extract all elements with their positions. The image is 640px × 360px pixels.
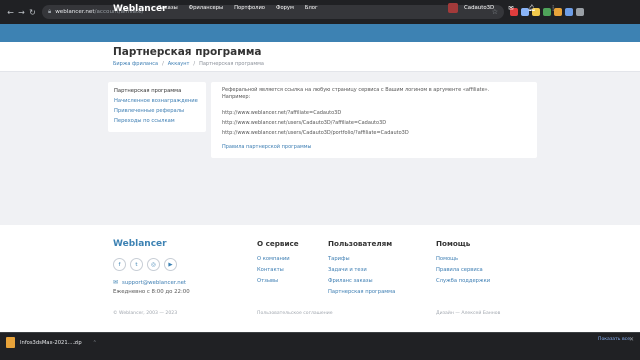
instagram-icon[interactable]: ◎ bbox=[147, 258, 160, 271]
footer-link[interactable]: Помощь bbox=[436, 254, 490, 265]
breadcrumb-exchange[interactable]: Биржа фриланса bbox=[113, 61, 158, 67]
avatar[interactable] bbox=[448, 3, 458, 13]
mail-icon: ✉ bbox=[113, 279, 119, 286]
example-link: http://www.weblancer.net/users/Cadauto3D… bbox=[222, 130, 409, 136]
main-nav: Заказы Фрилансеры Портфолио Форум Блог bbox=[158, 5, 318, 11]
extension-icon[interactable] bbox=[565, 8, 573, 16]
footer-column-title: О сервисе bbox=[257, 239, 299, 248]
footer-link[interactable]: Задачи и тези bbox=[328, 265, 395, 276]
close-icon[interactable]: ✕ bbox=[629, 336, 634, 343]
download-filename: Infos3dsMax-2021....zip bbox=[20, 339, 82, 346]
footer-link[interactable]: Контакты bbox=[257, 265, 299, 276]
username[interactable]: Cadauto3D bbox=[464, 5, 494, 11]
affiliate-card: Реферальной является ссылка на любую стр… bbox=[211, 82, 537, 158]
breadcrumb-separator: / bbox=[193, 61, 196, 67]
design-credit: Дизайн — Алексей Баннов bbox=[436, 311, 501, 316]
example-link: http://www.weblancer.net/users/Cadauto3D… bbox=[222, 120, 387, 126]
page-title: Партнерская программа bbox=[113, 46, 262, 58]
footer-link[interactable]: Партнерская программа bbox=[328, 287, 395, 298]
footer-logo[interactable]: Weblancer bbox=[113, 239, 167, 249]
breadcrumb-separator: / bbox=[162, 61, 164, 67]
show-all-downloads-button[interactable]: Показать все bbox=[598, 337, 630, 342]
back-icon[interactable]: ← bbox=[5, 8, 16, 17]
nav-orders[interactable]: Заказы bbox=[158, 5, 178, 11]
youtube-icon[interactable]: ▶ bbox=[164, 258, 177, 271]
title-band bbox=[0, 42, 640, 72]
example-label: Например: bbox=[222, 94, 251, 100]
social-links: f t ◎ ▶ bbox=[113, 258, 177, 271]
url-host: weblancer.net bbox=[55, 9, 95, 15]
footer-column-title: Помощь bbox=[436, 239, 471, 248]
extension-icon[interactable] bbox=[576, 8, 584, 16]
footer-link[interactable]: Служба поддержки bbox=[436, 276, 490, 287]
sidebar-item-affiliate[interactable]: Партнерская программа bbox=[114, 86, 200, 96]
breadcrumb-current: Партнерская программа bbox=[199, 61, 264, 67]
user-area: Cadauto3D ✉ 🔔︎ ⋮ bbox=[448, 3, 556, 13]
user-agreement-link[interactable]: Пользовательское соглашение bbox=[257, 311, 333, 316]
support-email: ✉ support@weblancer.net bbox=[113, 279, 186, 286]
footer-link[interactable]: Правила сервиса bbox=[436, 265, 490, 276]
footer-link[interactable]: О компании bbox=[257, 254, 299, 265]
example-link: http://www.weblancer.net/?affiliate=Cada… bbox=[222, 110, 342, 116]
nav-freelancers[interactable]: Фрилансеры bbox=[189, 5, 223, 11]
footer-column-title: Пользователям bbox=[328, 239, 393, 248]
support-email-link[interactable]: support@weblancer.net bbox=[122, 280, 186, 286]
footer-link[interactable]: Тарифы bbox=[328, 254, 395, 265]
download-item[interactable]: Infos3dsMax-2021....zip ⌃ bbox=[6, 337, 97, 348]
affiliate-description: Реферальной является ссылка на любую стр… bbox=[222, 87, 490, 93]
nav-blog[interactable]: Блог bbox=[305, 5, 318, 11]
rules-link[interactable]: Правила партнерской программы bbox=[222, 144, 312, 150]
sidebar-item-rewards[interactable]: Начисленное вознаграждение bbox=[114, 96, 200, 106]
archive-file-icon bbox=[6, 337, 15, 348]
messages-icon[interactable]: ✉ bbox=[508, 4, 513, 12]
chevron-up-icon[interactable]: ⌃ bbox=[93, 340, 97, 346]
footer-column-users: Пользователям Тарифы Задачи и тези Фрила… bbox=[328, 239, 395, 298]
breadcrumb-account[interactable]: Аккаунт bbox=[168, 61, 190, 67]
sidebar-item-clicks[interactable]: Переходы по ссылкам bbox=[114, 116, 200, 126]
footer-column-about: О сервисе О компании Контакты Отзывы bbox=[257, 239, 299, 287]
account-sidebar: Партнерская программа Начисленное вознаг… bbox=[108, 82, 206, 132]
breadcrumb: Биржа фриланса / Аккаунт / Партнерская п… bbox=[113, 61, 264, 67]
forward-icon[interactable]: → bbox=[16, 8, 27, 17]
site-header bbox=[0, 24, 640, 42]
nav-forum[interactable]: Форум bbox=[276, 5, 294, 11]
footer-link[interactable]: Фриланс заказы bbox=[328, 276, 395, 287]
footer-link[interactable]: Отзывы bbox=[257, 276, 299, 287]
facebook-icon[interactable]: f bbox=[113, 258, 126, 271]
lock-icon: 🔒︎ bbox=[48, 8, 52, 15]
notifications-icon[interactable]: 🔔︎ bbox=[528, 4, 536, 12]
support-hours: Ежедневно с 8:00 до 22:00 bbox=[113, 289, 190, 295]
copyright: © Weblancer, 2003 — 2023 bbox=[113, 311, 178, 316]
nav-portfolio[interactable]: Портфолио bbox=[234, 5, 265, 11]
footer-column-help: Помощь Помощь Правила сервиса Служба под… bbox=[436, 239, 490, 287]
more-menu-icon[interactable]: ⋮ bbox=[550, 4, 557, 12]
sidebar-item-referrals[interactable]: Привлеченные рефералы bbox=[114, 106, 200, 116]
twitter-icon[interactable]: t bbox=[130, 258, 143, 271]
reload-icon[interactable]: ↻ bbox=[27, 8, 38, 17]
